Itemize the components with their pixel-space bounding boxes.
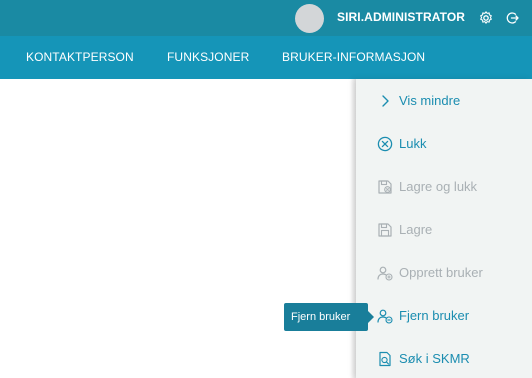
top-bar: SIRI.ADMINISTRATOR	[0, 0, 532, 36]
tab-funksjoner[interactable]: FUNKSJONER	[167, 50, 249, 64]
close-button[interactable]: Lukk	[356, 122, 532, 165]
action-side-panel: Vis mindre Lukk Lagre og lukk Lagre Oppr…	[356, 79, 532, 378]
remove-user-tooltip: Fjern bruker	[284, 303, 368, 331]
username-label[interactable]: SIRI.ADMINISTRATOR	[337, 10, 465, 24]
save-and-close-label: Lagre og lukk	[399, 179, 478, 194]
avatar[interactable]	[295, 4, 324, 33]
close-label: Lukk	[399, 136, 427, 151]
add-user-icon	[376, 264, 394, 282]
logout-icon[interactable]	[504, 10, 520, 26]
tooltip-arrow	[368, 311, 374, 323]
close-circle-icon	[376, 135, 394, 153]
remove-user-icon	[376, 307, 394, 325]
create-user-button: Opprett bruker	[356, 251, 532, 294]
search-document-icon	[376, 350, 394, 368]
nav-bar: KONTAKTPERSON FUNKSJONER BRUKER-INFORMAS…	[0, 36, 532, 79]
chevron-right-icon	[376, 92, 394, 110]
tooltip-text: Fjern bruker	[291, 311, 351, 323]
show-less-label: Vis mindre	[399, 93, 461, 108]
save-label: Lagre	[399, 222, 433, 237]
show-less-button[interactable]: Vis mindre	[356, 79, 532, 122]
remove-user-label: Fjern bruker	[399, 308, 470, 323]
save-and-close-button: Lagre og lukk	[356, 165, 532, 208]
create-user-label: Opprett bruker	[399, 265, 483, 280]
remove-user-button[interactable]: Fjern bruker	[356, 294, 532, 337]
tab-kontaktperson[interactable]: KONTAKTPERSON	[26, 50, 134, 64]
search-skmr-label: Søk i SKMR	[399, 351, 470, 366]
save-icon	[376, 221, 394, 239]
tab-bruker-informasjon[interactable]: BRUKER-INFORMASJON	[282, 50, 425, 64]
save-and-close-icon	[376, 178, 394, 196]
search-skmr-button[interactable]: Søk i SKMR	[356, 337, 532, 378]
gear-icon[interactable]	[478, 10, 494, 26]
save-button: Lagre	[356, 208, 532, 251]
